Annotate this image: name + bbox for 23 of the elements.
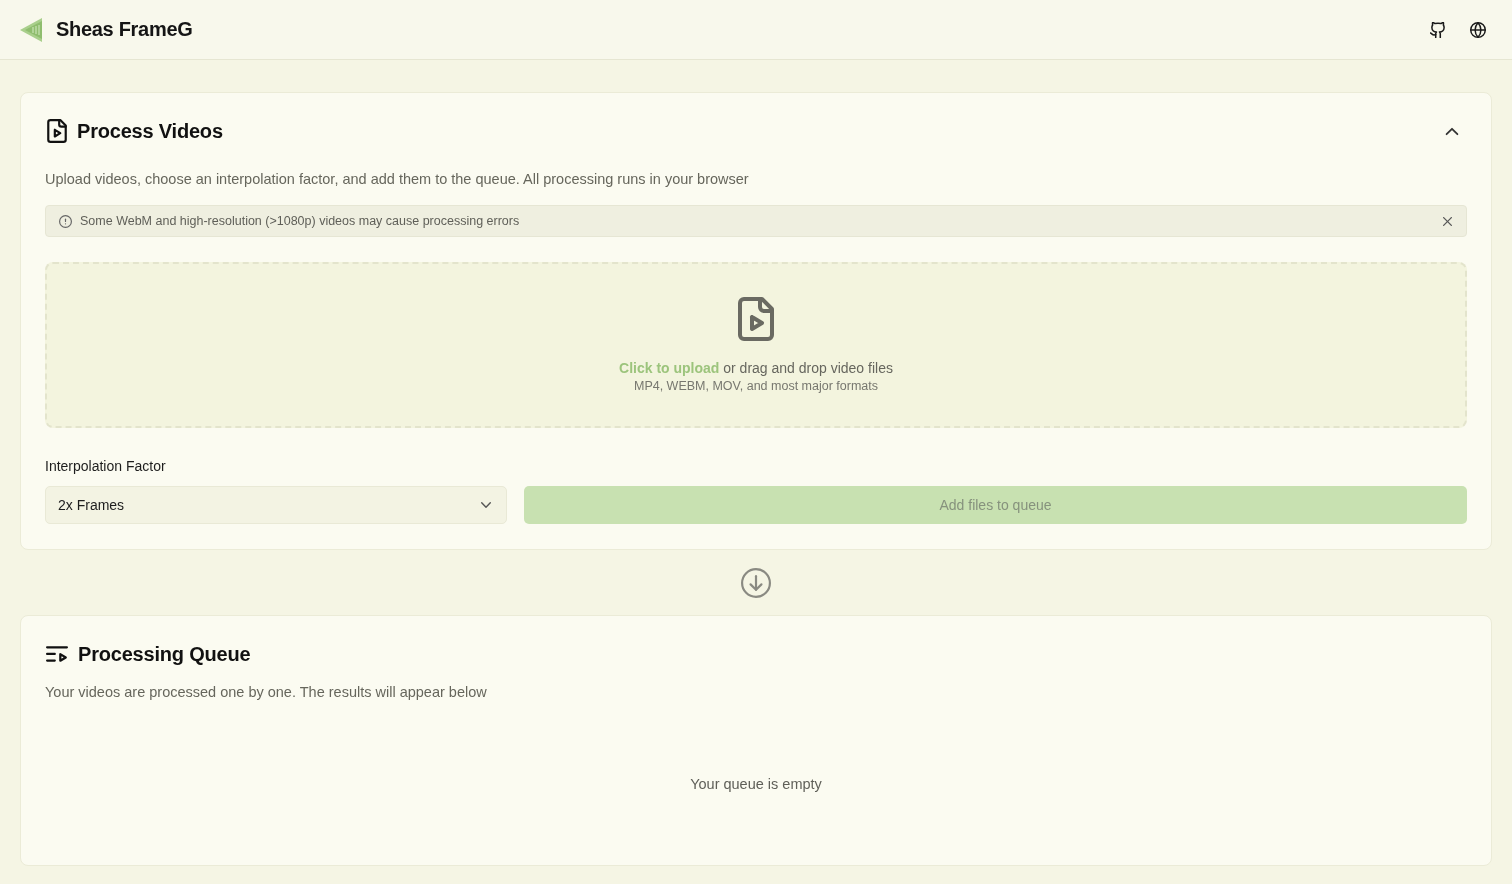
github-icon[interactable]	[1430, 21, 1446, 38]
globe-icon[interactable]	[1470, 21, 1486, 38]
video-file-icon	[47, 119, 67, 143]
list-play-icon	[46, 645, 68, 663]
chevron-up-icon[interactable]	[1445, 126, 1459, 136]
interpolation-label: Interpolation Factor	[45, 457, 167, 476]
empty-queue-message: Your queue is empty	[690, 775, 822, 794]
app-title: Sheas FrameG	[56, 18, 193, 41]
close-icon[interactable]	[1443, 216, 1452, 226]
panel-title: Process Videos	[77, 119, 223, 144]
alert-message: Some WebM and high-resolution (>1080p) videos may cause processing errors	[80, 214, 520, 228]
supported-formats: MP4, WEBM, MOV, and most major formats	[633, 378, 878, 394]
arrow-down-circle-icon	[741, 567, 771, 598]
upload-instructions: Click to upload or drag and drop video files	[619, 359, 893, 377]
info-circle-icon	[59, 214, 72, 228]
panel-description: Upload videos, choose an interpolation factor, and add them to the queue. All processing runs in your browser	[45, 170, 750, 189]
video-file-icon	[738, 297, 774, 341]
interpolation-select[interactable]: 2x Frames	[45, 486, 507, 524]
upload-dropzone[interactable]: Click to upload or drag and drop video files MP4, WEBM, MOV, and most major formats	[45, 262, 1467, 428]
panel-description: Your videos are processed one by one. The results will appear below	[45, 683, 488, 702]
panel-title: Processing Queue	[78, 642, 251, 667]
logo-icon	[20, 17, 42, 42]
chevron-down-icon	[481, 502, 491, 508]
